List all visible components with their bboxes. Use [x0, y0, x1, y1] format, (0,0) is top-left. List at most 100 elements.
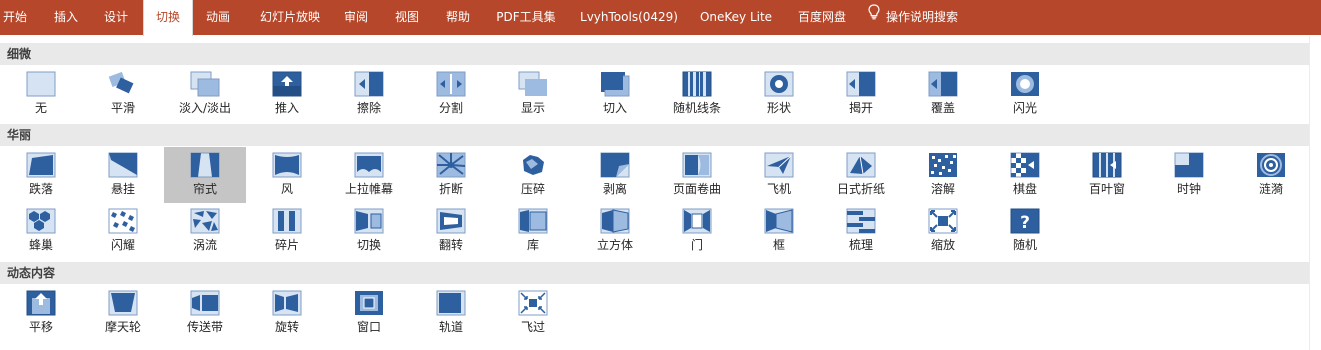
lightbulb-icon — [868, 0, 880, 34]
transition-none[interactable]: 无 — [0, 66, 82, 122]
transition-ferris-wheel[interactable]: 摩天轮 — [82, 285, 164, 341]
transition-ripple[interactable]: 涟漪 — [1230, 147, 1312, 203]
transition-uncover[interactable]: 揭开 — [820, 66, 902, 122]
transition-switch[interactable]: 切换 — [328, 203, 410, 259]
transition-shape[interactable]: 形状 — [738, 66, 820, 122]
tab-view[interactable]: 视图 — [387, 0, 427, 35]
tab-slideshow[interactable]: 幻灯片放映 — [252, 0, 328, 35]
transition-window[interactable]: 窗口 — [328, 285, 410, 341]
tab-lvyhtools[interactable]: LvyhTools(0429) — [575, 0, 683, 35]
transition-orbit[interactable]: 轨道 — [410, 285, 492, 341]
transition-label: 剥离 — [602, 182, 627, 196]
cut-icon — [600, 71, 630, 97]
origami-icon — [846, 152, 876, 178]
transition-comb[interactable]: 梳理 — [820, 203, 902, 259]
transition-wind[interactable]: 风 — [246, 147, 328, 203]
transition-morph[interactable]: 平滑 — [82, 66, 164, 122]
tab-label: 百度网盘 — [797, 10, 846, 24]
tab-label: LvyhTools(0429) — [580, 10, 678, 24]
tab-animations[interactable]: 动画 — [198, 0, 238, 35]
transition-page-curl[interactable]: 页面卷曲 — [656, 147, 738, 203]
transition-vortex[interactable]: 涡流 — [164, 203, 246, 259]
transition-flip[interactable]: 翻转 — [410, 203, 492, 259]
transition-glitter[interactable]: 闪耀 — [82, 203, 164, 259]
tab-home[interactable]: 开始 — [0, 0, 30, 35]
tab-insert[interactable]: 插入 — [46, 0, 86, 35]
transition-blinds[interactable]: 百叶窗 — [1066, 147, 1148, 203]
transition-label: 揭开 — [848, 101, 873, 115]
transition-cut[interactable]: 切入 — [574, 66, 656, 122]
prestige-icon — [354, 152, 384, 178]
transition-cube[interactable]: 立方体 — [574, 203, 656, 259]
transition-doors[interactable]: 门 — [656, 203, 738, 259]
transition-push[interactable]: 推入 — [246, 66, 328, 122]
transition-label: 门 — [690, 238, 703, 252]
section-header-subtle: 细微 — [0, 43, 1309, 65]
fade-icon — [190, 71, 220, 97]
airplane-icon — [764, 152, 794, 178]
transition-random-bars[interactable]: 随机线条 — [656, 66, 738, 122]
transition-prestige[interactable]: 上拉帷幕 — [328, 147, 410, 203]
transition-label: 切换 — [356, 238, 381, 252]
transition-fracture[interactable]: 折断 — [410, 147, 492, 203]
transition-conveyor[interactable]: 传送带 — [164, 285, 246, 341]
fracture-icon — [436, 152, 466, 178]
transition-dissolve[interactable]: 溶解 — [902, 147, 984, 203]
none-icon — [26, 71, 56, 97]
transition-pan[interactable]: 平移 — [0, 285, 82, 341]
transition-wipe[interactable]: 擦除 — [328, 66, 410, 122]
transition-label: 缩放 — [930, 238, 955, 252]
transition-box[interactable]: 框 — [738, 203, 820, 259]
transition-drape[interactable]: 悬挂 — [82, 147, 164, 203]
glitter-icon — [108, 208, 138, 234]
wind-icon — [272, 152, 302, 178]
transition-label: 轨道 — [438, 320, 463, 334]
transition-flash[interactable]: 闪光 — [984, 66, 1066, 122]
transition-cover[interactable]: 覆盖 — [902, 66, 984, 122]
fall-over-icon — [26, 152, 56, 178]
transition-label: 擦除 — [356, 101, 381, 115]
ribbon-tab-bar: 开始 插入 设计 切换 动画 幻灯片放映 审阅 视图 帮助 PDF工具集 Lvy… — [0, 0, 1321, 36]
transition-label: 切入 — [602, 101, 627, 115]
transition-crush[interactable]: 压碎 — [492, 147, 574, 203]
tab-pdf-tools[interactable]: PDF工具集 — [490, 0, 562, 35]
transition-label: 闪耀 — [110, 238, 135, 252]
transition-random[interactable]: ? 随机 — [984, 203, 1066, 259]
transition-curtains[interactable]: 帘式 — [164, 147, 246, 203]
window-icon — [354, 290, 384, 316]
transition-label: 悬挂 — [110, 182, 135, 196]
vortex-icon — [190, 208, 220, 234]
tab-review[interactable]: 审阅 — [336, 0, 376, 35]
tab-baidu-netdisk[interactable]: 百度网盘 — [790, 0, 854, 35]
transition-fade[interactable]: 淡入/淡出 — [164, 66, 246, 122]
tab-design[interactable]: 设计 — [96, 0, 136, 35]
ferris-wheel-icon — [108, 290, 138, 316]
transition-peel-off[interactable]: 剥离 — [574, 147, 656, 203]
transition-fly-through[interactable]: 飞过 — [492, 285, 574, 341]
transition-gallery[interactable]: 库 — [492, 203, 574, 259]
transition-fall-over[interactable]: 跌落 — [0, 147, 82, 203]
transition-honeycomb[interactable]: 蜂巢 — [0, 203, 82, 259]
tell-me-search[interactable]: 操作说明搜索 — [868, 0, 982, 35]
transition-label: 百叶窗 — [1088, 182, 1125, 196]
transition-shred[interactable]: 碎片 — [246, 203, 328, 259]
clock-icon — [1174, 152, 1204, 178]
transition-checkerboard[interactable]: 棋盘 — [984, 147, 1066, 203]
tab-onekey-lite[interactable]: OneKey Lite — [695, 0, 777, 35]
transition-label: 闪光 — [1012, 101, 1037, 115]
transition-rotate[interactable]: 旋转 — [246, 285, 328, 341]
tab-transitions[interactable]: 切换 — [143, 0, 193, 36]
transition-zoom[interactable]: 缩放 — [902, 203, 984, 259]
wipe-icon — [354, 71, 384, 97]
tab-help[interactable]: 帮助 — [438, 0, 478, 35]
flip-icon — [436, 208, 466, 234]
transition-split[interactable]: 分割 — [410, 66, 492, 122]
tab-label: 动画 — [205, 10, 230, 24]
transition-clock[interactable]: 时钟 — [1148, 147, 1230, 203]
ripple-icon — [1256, 152, 1286, 178]
section-header-exciting: 华丽 — [0, 124, 1309, 146]
transition-label: 梳理 — [848, 238, 873, 252]
transition-origami[interactable]: 日式折纸 — [820, 147, 902, 203]
transition-reveal[interactable]: 显示 — [492, 66, 574, 122]
transition-airplane[interactable]: 飞机 — [738, 147, 820, 203]
